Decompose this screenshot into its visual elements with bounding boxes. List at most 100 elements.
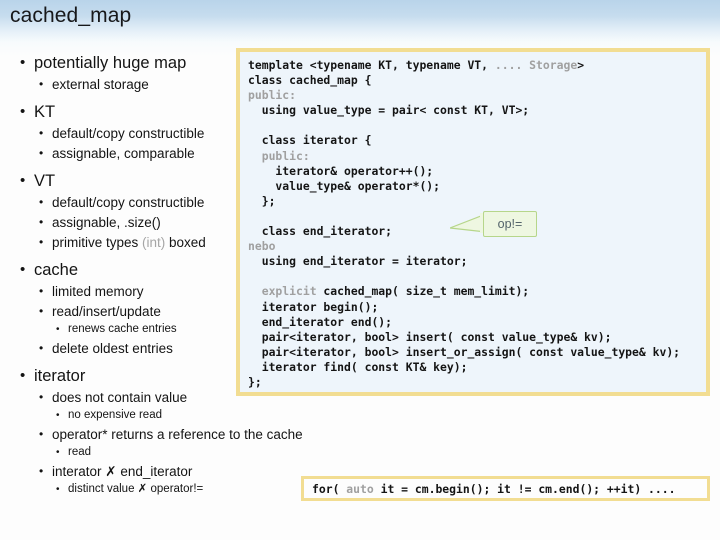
- code-text: pair<iterator, bool> insert_or_assign( c…: [248, 344, 681, 359]
- code-text: template <typename KT, typename VT,: [248, 58, 495, 72]
- bullet-marker-icon: •: [39, 284, 44, 298]
- bullet-marker-icon: •: [39, 195, 44, 209]
- bullet-label: assignable, comparable: [52, 146, 195, 161]
- bullet-label-deemphasized: (int): [142, 235, 166, 250]
- bullet-item: • primitive types (int) boxed: [0, 234, 236, 251]
- code-line: for( auto it = cm.begin(); it != cm.end(…: [312, 482, 675, 496]
- bullet-label: delete oldest entries: [52, 341, 173, 356]
- bullet-marker-icon: •: [39, 304, 44, 318]
- bullet-marker-icon: •: [39, 390, 44, 404]
- bullet-label: primitive types (int) boxed: [52, 235, 206, 250]
- bullet-item: • default/copy constructible: [0, 125, 236, 142]
- code-text: iterator& operator++();: [248, 163, 434, 178]
- bullet-label: assignable, .size(): [52, 215, 161, 230]
- code-line: class cached_map {: [248, 73, 680, 88]
- bullet-item: • assignable, comparable: [0, 145, 236, 162]
- bullet-item: • renews cache entries: [0, 322, 236, 337]
- code-line: nebo: [248, 239, 680, 254]
- bullet-item: • cache: [0, 260, 236, 280]
- bullet-label: interator ✗ end_iterator: [52, 464, 193, 479]
- bullet-marker-icon: •: [39, 341, 44, 355]
- bullet-label: potentially huge map: [34, 54, 187, 72]
- bullet-item: • default/copy constructible: [0, 194, 236, 211]
- bullet-item: • iterator: [0, 366, 236, 386]
- code-keyword: public:: [248, 148, 310, 163]
- code-text: };: [248, 193, 276, 208]
- bullet-item: • distinct value ✗ operator!=: [0, 482, 236, 497]
- bullet-marker-icon: •: [39, 464, 44, 478]
- bullet-label: KT: [34, 103, 56, 121]
- bullet-item: • KT: [0, 102, 236, 122]
- bullet-label: default/copy constructible: [52, 195, 205, 210]
- code-text: iterator find( const KT& key);: [248, 359, 468, 374]
- code-text: class cached_map {: [248, 73, 372, 88]
- bullet-marker-icon: •: [39, 215, 44, 229]
- code-keyword: auto: [346, 482, 374, 496]
- bullet-label: distinct value ✗ operator!=: [68, 483, 204, 495]
- code-line: };: [248, 194, 680, 209]
- code-text: end_iterator end();: [248, 314, 393, 329]
- bullet-item: • assignable, .size(): [0, 214, 236, 231]
- bullet-label: cache: [34, 261, 79, 279]
- code-text: cached_map( size_t mem_limit);: [316, 284, 530, 299]
- bullet-marker-icon: •: [20, 261, 26, 278]
- bullet-marker-icon: •: [39, 427, 44, 441]
- code-text: value_type& operator*();: [248, 178, 441, 193]
- code-text: using value_type = pair< const KT, VT>;: [248, 103, 530, 118]
- callout-pointer-icon: [450, 213, 486, 233]
- bullet-marker-icon: •: [56, 410, 60, 421]
- bullet-item: • VT: [0, 171, 236, 191]
- code-line: value_type& operator*();: [248, 179, 680, 194]
- bullet-marker-icon: •: [20, 172, 26, 189]
- bullet-marker-icon: •: [20, 103, 26, 120]
- bullet-label: iterator: [34, 367, 86, 385]
- bullet-marker-icon: •: [39, 235, 44, 249]
- bullet-marker-icon: •: [39, 77, 44, 91]
- title-band: cached_map: [0, 0, 720, 42]
- code-line: public:: [248, 88, 680, 103]
- page-title: cached_map: [10, 4, 132, 27]
- code-line: iterator find( const KT& key);: [248, 360, 680, 375]
- slide: cached_map • potentially huge map • externa…: [0, 0, 720, 540]
- code-line: explicit cached_map( size_t mem_limit);: [248, 284, 680, 299]
- callout-label: op!=: [497, 217, 523, 231]
- code-keyword: explicit: [248, 284, 317, 299]
- code-text: using end_iterator = iterator;: [248, 254, 468, 269]
- code-line: pair<iterator, bool> insert( const value…: [248, 330, 680, 345]
- bullet-marker-icon: •: [39, 146, 44, 160]
- code-line: class iterator {: [248, 133, 680, 148]
- code-line: public:: [248, 149, 680, 164]
- bullet-marker-icon: •: [39, 126, 44, 140]
- bullet-item: • does not contain value: [0, 389, 236, 406]
- code-line: end_iterator end();: [248, 315, 680, 330]
- bullet-label: read/insert/update: [52, 304, 161, 319]
- bullet-marker-icon: •: [56, 484, 60, 495]
- code-line: iterator begin();: [248, 300, 680, 315]
- code-text: it = cm.begin(); it != cm.end(); ++it) .…: [373, 482, 676, 496]
- code-text: iterator begin();: [248, 299, 379, 314]
- bullet-marker-icon: •: [20, 54, 26, 71]
- bullet-label: does not contain value: [52, 390, 188, 405]
- code-text: pair<iterator, bool> insert( const value…: [248, 329, 612, 344]
- bullet-label: no expensive read: [68, 409, 162, 421]
- code-text: >: [577, 58, 585, 72]
- bullet-label: read: [68, 446, 92, 458]
- code-line: using end_iterator = iterator;: [248, 254, 680, 269]
- code-keyword: .... Storage: [494, 58, 578, 72]
- bullet-item: • interator ✗ end_iterator: [0, 463, 236, 480]
- bullet-item: • read: [0, 445, 236, 460]
- code-line: };: [248, 375, 680, 390]
- code-text: };: [248, 374, 262, 389]
- bullet-label: default/copy constructible: [52, 126, 205, 141]
- code-line: pair<iterator, bool> insert_or_assign( c…: [248, 345, 680, 360]
- bullet-marker-icon: •: [20, 367, 26, 384]
- bullet-item: • no expensive read: [0, 408, 236, 423]
- code-block-loop-text: for( auto it = cm.begin(); it != cm.end(…: [312, 482, 675, 496]
- code-block-loop: for( auto it = cm.begin(); it != cm.end(…: [301, 476, 710, 501]
- callout-bubble-op-not-equal: op!=: [483, 211, 537, 237]
- bullet-label: VT: [34, 172, 56, 190]
- bullet-list: • potentially huge map • external storage • K…: [0, 44, 303, 497]
- bullet-label: external storage: [52, 77, 149, 92]
